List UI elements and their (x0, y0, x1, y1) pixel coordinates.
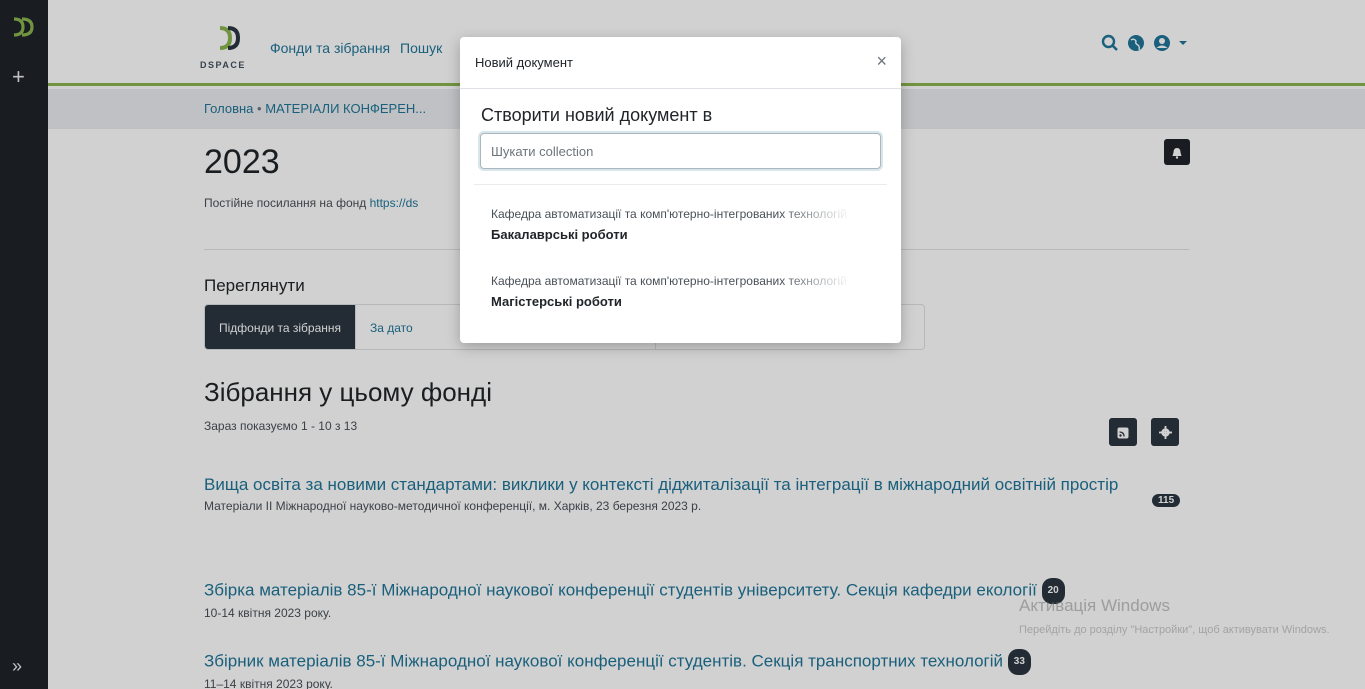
collection-option[interactable]: Кафедра автоматизації та комп'ютерно-інт… (491, 207, 851, 242)
close-icon[interactable]: × (876, 51, 887, 72)
modal-divider (474, 184, 887, 185)
collection-parent: Кафедра автоматизації та комп'ютерно-інт… (491, 207, 847, 221)
new-item-modal: Новий документ × Створити новий документ… (460, 37, 901, 343)
collection-parent: Кафедра автоматизації та комп'ютерно-інт… (491, 274, 847, 288)
modal-header: Новий документ × (460, 37, 901, 89)
collection-option[interactable]: Кафедра автоматизації та комп'ютерно-інт… (491, 274, 851, 309)
collection-search-input[interactable] (480, 133, 881, 169)
modal-title: Новий документ (475, 55, 573, 70)
modal-heading: Створити новий документ в (481, 105, 713, 125)
collection-name: Бакалаврські роботи (491, 227, 628, 242)
collection-name: Магістерські роботи (491, 294, 622, 309)
